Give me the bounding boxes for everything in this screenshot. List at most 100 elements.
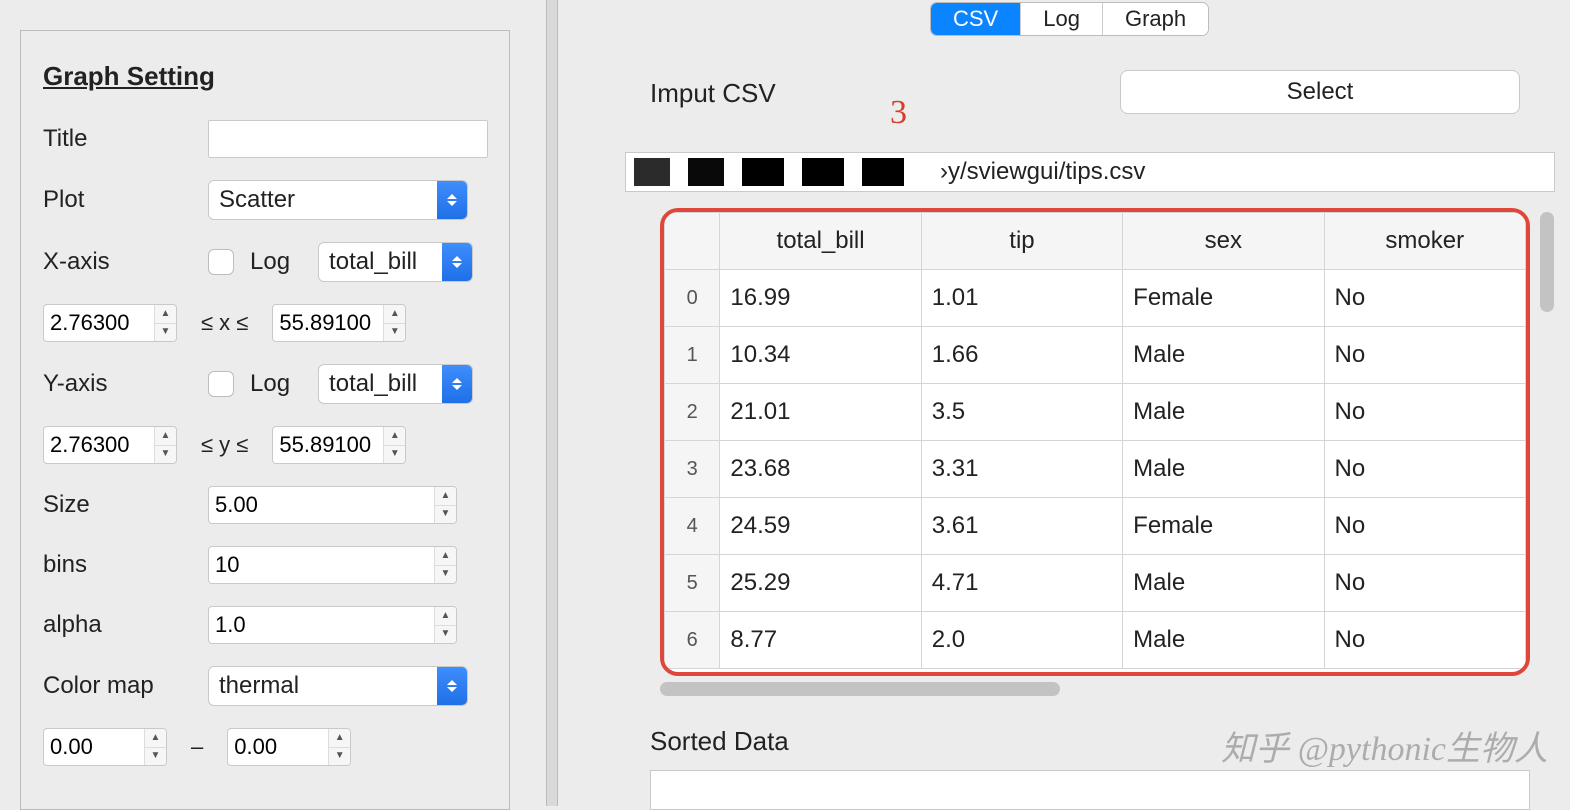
xaxis-column-select[interactable]: total_bill	[318, 242, 473, 282]
table-row[interactable]: 016.991.01FemaleNo	[665, 270, 1526, 327]
table-cell[interactable]: Male	[1123, 327, 1324, 384]
table-row[interactable]: 424.593.61FemaleNo	[665, 498, 1526, 555]
yaxis-log-label: Log	[250, 370, 290, 398]
xaxis-log-label: Log	[250, 248, 290, 276]
scrollbar-thumb[interactable]	[660, 682, 1060, 696]
table-cell[interactable]: No	[1324, 555, 1525, 612]
x-range-text: ≤ x ≤	[201, 310, 248, 336]
row-index: 4	[665, 498, 720, 555]
title-label: Title	[43, 125, 198, 153]
row-index: 1	[665, 327, 720, 384]
row-index: 2	[665, 384, 720, 441]
vertical-divider[interactable]	[546, 0, 558, 806]
table-cell[interactable]: 10.34	[720, 327, 921, 384]
table-row[interactable]: 323.683.31MaleNo	[665, 441, 1526, 498]
xaxis-label: X-axis	[43, 248, 198, 276]
table-vertical-scrollbar[interactable]	[1540, 212, 1554, 312]
table-cell[interactable]: 24.59	[720, 498, 921, 555]
table-row[interactable]: 110.341.66MaleNo	[665, 327, 1526, 384]
bins-label: bins	[43, 551, 198, 579]
table-cell[interactable]: 2.0	[921, 612, 1122, 669]
table-cell[interactable]: Male	[1123, 441, 1324, 498]
table-row[interactable]: 525.294.71MaleNo	[665, 555, 1526, 612]
table-cell[interactable]: No	[1324, 612, 1525, 669]
table-header-row: total_bill tip sex smoker	[665, 213, 1526, 270]
yaxis-label: Y-axis	[43, 370, 198, 398]
table-cell[interactable]: 21.01	[720, 384, 921, 441]
cmap-max-stepper[interactable]: ▲▼	[227, 728, 351, 766]
csv-path-suffix: ›y/sviewgui/tips.csv	[940, 158, 1145, 186]
row-index: 5	[665, 555, 720, 612]
graph-settings-panel: Graph Setting Title Plot Scatter X-axis …	[20, 30, 510, 810]
title-input[interactable]	[208, 120, 488, 158]
table-cell[interactable]: No	[1324, 270, 1525, 327]
alpha-label: alpha	[43, 611, 198, 639]
sorted-data-label: Sorted Data	[650, 726, 789, 757]
tab-log[interactable]: Log	[1021, 3, 1103, 35]
ymin-stepper[interactable]: ▲▼	[43, 426, 177, 464]
table-row[interactable]: 68.772.0MaleNo	[665, 612, 1526, 669]
graph-settings-heading: Graph Setting	[43, 61, 491, 92]
table-cell[interactable]: 3.61	[921, 498, 1122, 555]
row-index: 0	[665, 270, 720, 327]
row-index: 6	[665, 612, 720, 669]
col-header[interactable]	[665, 213, 720, 270]
size-stepper[interactable]: ▲▼	[208, 486, 457, 524]
input-csv-label: Imput CSV	[650, 78, 776, 109]
colormap-select[interactable]: thermal	[208, 666, 468, 706]
col-header[interactable]: sex	[1123, 213, 1324, 270]
row-index: 3	[665, 441, 720, 498]
yaxis-column-select[interactable]: total_bill	[318, 364, 473, 404]
table-cell[interactable]: 16.99	[720, 270, 921, 327]
table-cell[interactable]: Female	[1123, 270, 1324, 327]
table-row[interactable]: 221.013.5MaleNo	[665, 384, 1526, 441]
size-label: Size	[43, 491, 198, 519]
table-cell[interactable]: 23.68	[720, 441, 921, 498]
xmin-stepper[interactable]: ▲▼	[43, 304, 177, 342]
table-cell[interactable]: Female	[1123, 498, 1324, 555]
col-header[interactable]: smoker	[1324, 213, 1525, 270]
y-range-text: ≤ y ≤	[201, 432, 248, 458]
table-cell[interactable]: Male	[1123, 384, 1324, 441]
alpha-stepper[interactable]: ▲▼	[208, 606, 457, 644]
table-cell[interactable]: No	[1324, 498, 1525, 555]
table-cell[interactable]: 8.77	[720, 612, 921, 669]
yaxis-log-checkbox[interactable]	[208, 371, 234, 397]
chevron-updown-icon	[437, 667, 467, 705]
cmap-min-stepper[interactable]: ▲▼	[43, 728, 167, 766]
xmax-stepper[interactable]: ▲▼	[272, 304, 406, 342]
table-cell[interactable]: 1.01	[921, 270, 1122, 327]
table-cell[interactable]: 25.29	[720, 555, 921, 612]
table-cell[interactable]: Male	[1123, 555, 1324, 612]
chevron-updown-icon	[442, 243, 472, 281]
table-cell[interactable]: 4.71	[921, 555, 1122, 612]
table-cell[interactable]: No	[1324, 441, 1525, 498]
table-cell[interactable]: 3.31	[921, 441, 1122, 498]
table-cell[interactable]: No	[1324, 384, 1525, 441]
table-cell[interactable]: 1.66	[921, 327, 1122, 384]
ymax-stepper[interactable]: ▲▼	[272, 426, 406, 464]
plot-select-value: Scatter	[219, 186, 437, 214]
csv-preview-table: total_bill tip sex smoker 016.991.01Fema…	[660, 208, 1530, 676]
sorted-data-area	[650, 770, 1530, 810]
select-file-button[interactable]: Select	[1120, 70, 1520, 114]
col-header[interactable]: total_bill	[720, 213, 921, 270]
colormap-label: Color map	[43, 672, 198, 700]
redacted-path-icon	[634, 158, 934, 186]
table-cell[interactable]: No	[1324, 327, 1525, 384]
cmap-range-dash: –	[191, 734, 203, 760]
chevron-updown-icon	[442, 365, 472, 403]
xaxis-log-checkbox[interactable]	[208, 249, 234, 275]
table-cell[interactable]: 3.5	[921, 384, 1122, 441]
bins-stepper[interactable]: ▲▼	[208, 546, 457, 584]
csv-path-input[interactable]: ›y/sviewgui/tips.csv	[625, 152, 1555, 192]
chevron-updown-icon	[437, 181, 467, 219]
tab-csv[interactable]: CSV	[931, 3, 1021, 35]
table-cell[interactable]: Male	[1123, 612, 1324, 669]
tab-graph[interactable]: Graph	[1103, 3, 1208, 35]
view-tabs: CSV Log Graph	[930, 2, 1209, 36]
table-horizontal-scrollbar[interactable]	[660, 680, 1530, 698]
col-header[interactable]: tip	[921, 213, 1122, 270]
plot-label: Plot	[43, 186, 198, 214]
plot-select[interactable]: Scatter	[208, 180, 468, 220]
